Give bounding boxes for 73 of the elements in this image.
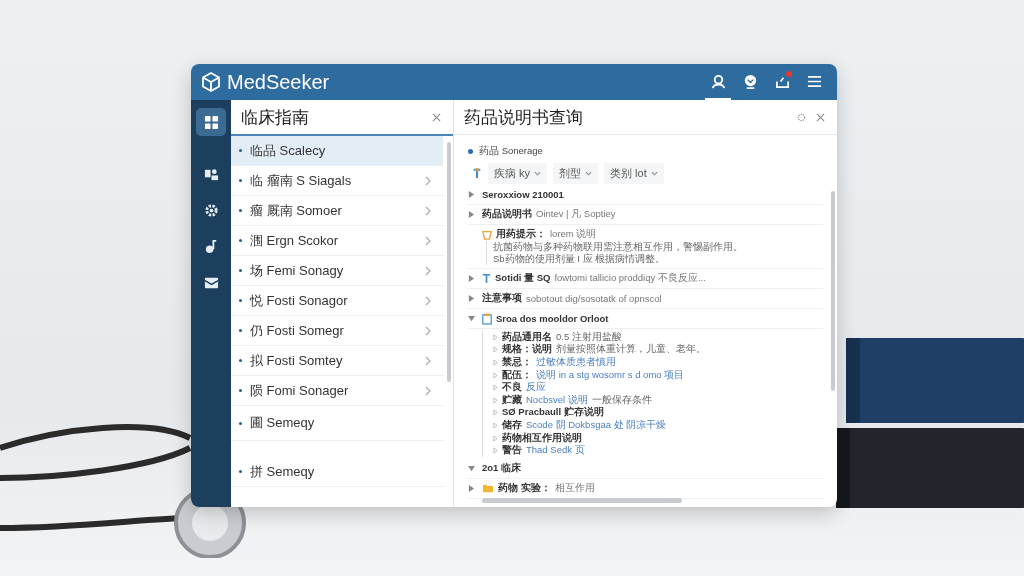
note-title: 用药提示： — [496, 228, 546, 241]
tree-row[interactable]: 储存 Scode 阴 Dokbsgaa 处 阴凉干燥 — [493, 419, 823, 432]
people-icon — [203, 166, 219, 182]
section-label: 药品 Sonerage — [479, 144, 543, 158]
note-icon — [203, 238, 219, 254]
panel-title: 临床指南 — [241, 106, 309, 129]
user-icon — [710, 73, 726, 89]
guide-list-item[interactable]: 拼 Semeqy — [231, 457, 443, 487]
filter-dropdown[interactable]: 类别 lot — [604, 162, 664, 184]
scrollbar[interactable] — [482, 498, 682, 503]
document-icon — [482, 312, 492, 325]
gear-icon — [203, 202, 219, 218]
guide-list-item[interactable]: 仍 Fosti Somegr — [231, 316, 443, 346]
guide-list-item[interactable]: 涠 Ergn Scokor — [231, 226, 443, 256]
caret-icon — [534, 170, 542, 176]
tree-row[interactable]: Sroa dos mooldor Orloot — [468, 309, 823, 329]
note-text: Sb药物的使用剂量 I 应 根据病情调整。 — [486, 253, 823, 265]
chevron-icon — [425, 235, 431, 246]
collapsed-caret-icon[interactable] — [468, 211, 475, 218]
settings-icon[interactable] — [797, 112, 806, 122]
scrollbar[interactable] — [447, 142, 451, 382]
tree-row[interactable]: Sotidi 量 SQ fowtomi tallicio proddiqy 不良反应... — [468, 269, 823, 289]
tree-row[interactable]: 药品说明书 Ointev | 凡 Soptiey — [468, 205, 823, 225]
tree-row[interactable]: 不良 反应 — [493, 381, 823, 394]
collapsed-caret-icon[interactable] — [468, 275, 475, 282]
filter-dropdown[interactable]: 疾病 ky — [488, 162, 548, 184]
guide-list-item[interactable]: 临品 Scalecy — [231, 136, 443, 166]
chevron-icon — [425, 355, 431, 366]
tree-row[interactable]: 配伍： 说明 in a stg wosomr s d omo 项目 — [493, 368, 823, 382]
folder-icon — [482, 483, 494, 494]
tree-row[interactable]: 2o1 临床 — [468, 458, 823, 479]
tree-row[interactable]: 注意事项 sobotout dig/sosotatk of opnscol — [468, 289, 823, 309]
guide-list-item[interactable]: 圃 Semeqy — [231, 406, 443, 441]
chevron-icon — [425, 265, 431, 276]
caret-icon — [650, 170, 658, 176]
guide-list-item[interactable]: 场 Femi Sonagy — [231, 256, 443, 286]
guide-list-item[interactable]: 临 瘤南 S Siagals — [231, 166, 443, 196]
guide-list-item[interactable]: 陨 Fomi Sonager — [231, 376, 443, 406]
collapsed-caret-icon[interactable] — [468, 191, 475, 198]
close-icon — [432, 112, 441, 122]
expanded-caret-icon[interactable] — [468, 315, 475, 322]
app-title: MedSeeker — [227, 70, 330, 94]
close-icon — [816, 112, 825, 122]
note-text: 抗菌药物与多种药物联用需注意相互作用，警惕副作用。 — [486, 241, 823, 253]
expanded-caret-icon[interactable] — [468, 464, 475, 472]
caret-icon — [585, 170, 593, 176]
grid-nav-button[interactable] — [196, 108, 226, 136]
note-subtitle: lorem 说明 — [550, 228, 597, 241]
tree-row[interactable]: 规格：说明 剂量按照体重计算，儿童、老年。 — [493, 343, 823, 357]
tree-row[interactable]: Seroxxiow 210001 — [468, 185, 823, 205]
filter-dropdown[interactable]: 剂型 — [553, 162, 599, 184]
tree-row[interactable]: 警告 Thad Sedk 页 — [493, 444, 823, 457]
chevron-icon — [425, 325, 431, 336]
chevron-icon — [425, 175, 431, 186]
collapsed-caret-icon[interactable] — [468, 484, 475, 492]
menu-icon — [806, 73, 822, 89]
tree-row[interactable]: SØ Pracbaull 贮存说明 — [493, 406, 823, 420]
grid-icon — [203, 114, 219, 130]
guide-list-item[interactable]: 瘤 厩南 Somoer — [231, 196, 443, 226]
collapsed-caret-icon[interactable] — [468, 295, 475, 302]
chevron-icon — [425, 295, 431, 306]
chevron-icon — [425, 205, 431, 216]
tree-row[interactable]: 贮藏 Nocbsvel 说明 一般保存条件 — [493, 393, 823, 407]
chevron-icon — [425, 385, 431, 396]
tree-row[interactable]: 禁忌： 过敏体质患者慎用 — [493, 356, 823, 369]
guide-list-item[interactable]: 悦 Fosti Sonagor — [231, 286, 443, 316]
tree-row[interactable]: 药物相互作用说明 — [493, 431, 823, 445]
cube-logo-icon — [201, 72, 221, 92]
cup-icon — [482, 229, 492, 240]
guide-list-item[interactable]: 拟 Fosti Somtey — [231, 346, 443, 376]
panel-title: 药品说明书查询 — [464, 106, 583, 129]
tree-row[interactable]: 药品通用名 0.5 注射用盐酸 — [493, 331, 823, 344]
scrollbar[interactable] — [831, 191, 835, 391]
